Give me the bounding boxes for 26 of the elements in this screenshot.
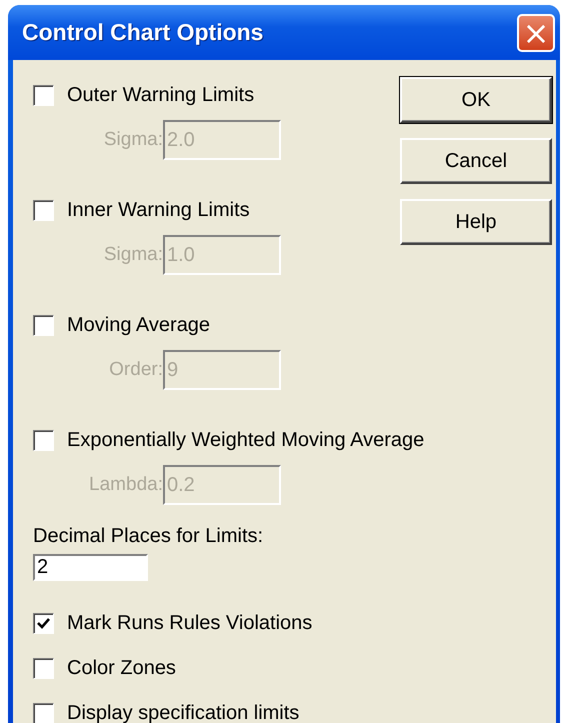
- checkbox[interactable]: [33, 200, 54, 220]
- checkbox-label: Color Zones: [67, 656, 176, 680]
- checkbox-label: Outer Warning Limits: [67, 84, 254, 106]
- close-button[interactable]: ×: [517, 14, 555, 52]
- checkbox[interactable]: [33, 430, 54, 450]
- field-label: Sigma:: [102, 129, 163, 151]
- checkbox-label: Mark Runs Rules Violations: [67, 612, 312, 634]
- checkbox[interactable]: [33, 658, 54, 678]
- checkbox[interactable]: [33, 702, 54, 723]
- dialog-button[interactable]: Help: [400, 199, 552, 245]
- input-field[interactable]: 2: [33, 554, 148, 581]
- checkbox-label: Display specification limits: [67, 702, 300, 723]
- checkbox[interactable]: [33, 84, 54, 106]
- checkbox-label: Inner Warning Limits: [67, 198, 250, 222]
- checkmark-icon: [37, 616, 50, 630]
- field-label: Sigma:: [102, 244, 163, 266]
- checkbox-label: Exponentially Weighted Moving Average: [67, 428, 424, 452]
- window-title: Control Chart Options: [22, 19, 264, 46]
- field-label: Order:: [108, 359, 163, 381]
- dialog-button[interactable]: Cancel: [400, 138, 552, 184]
- field-label: Lambda:: [88, 474, 163, 496]
- checkbox-label: Moving Average: [67, 314, 210, 336]
- field-label: Decimal Places for Limits:: [33, 525, 264, 548]
- dialog-button[interactable]: OK: [400, 77, 552, 123]
- checkbox[interactable]: [33, 612, 54, 634]
- checkbox[interactable]: [33, 314, 54, 336]
